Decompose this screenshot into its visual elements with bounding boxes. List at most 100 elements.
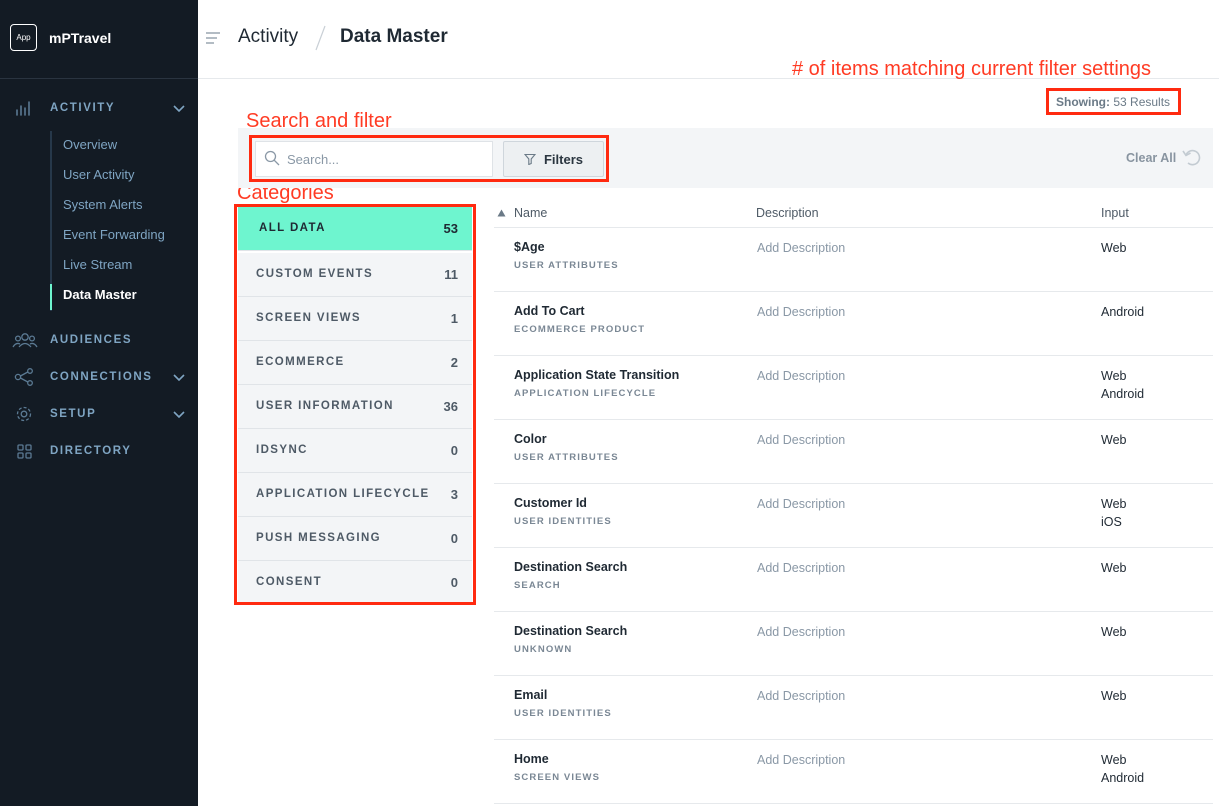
chevron-down-icon[interactable] bbox=[172, 407, 186, 421]
row-category: SEARCH bbox=[514, 580, 561, 591]
row-name[interactable]: Customer Id bbox=[514, 496, 587, 510]
users-icon bbox=[12, 333, 38, 348]
grid-icon bbox=[17, 444, 32, 459]
row-name[interactable]: Add To Cart bbox=[514, 304, 585, 318]
sidebar-item-overview[interactable]: Overview bbox=[63, 137, 117, 152]
clear-all-button[interactable]: Clear All bbox=[1126, 151, 1176, 165]
row-name[interactable]: Email bbox=[514, 688, 547, 702]
input-value: Web bbox=[1101, 433, 1127, 447]
app-logo: App bbox=[10, 24, 37, 51]
row-input: Web bbox=[1101, 239, 1126, 257]
annotation-items-count: # of items matching current filter setti… bbox=[792, 58, 1152, 80]
nav-audiences-label: AUDIENCES bbox=[50, 334, 133, 346]
table-row[interactable]: Destination Search SEARCH Add Descriptio… bbox=[494, 548, 1213, 612]
breadcrumb-separator bbox=[315, 25, 326, 51]
nav-activity[interactable]: ACTIVITY bbox=[0, 95, 198, 121]
input-value: Android bbox=[1101, 771, 1145, 785]
table-row[interactable]: Customer Id USER IDENTITIES Add Descript… bbox=[494, 484, 1213, 548]
add-description-link[interactable]: Add Description bbox=[757, 369, 845, 383]
table-row[interactable]: Add To Cart ECOMMERCE PRODUCT Add Descri… bbox=[494, 292, 1213, 356]
sidebar-item-user-activity[interactable]: User Activity bbox=[63, 167, 135, 182]
row-name[interactable]: Application State Transition bbox=[514, 368, 679, 382]
nav-directory[interactable]: DIRECTORY bbox=[0, 438, 198, 464]
app-name: mPTravel bbox=[49, 29, 112, 46]
annotation-box-search bbox=[249, 135, 609, 182]
table-row[interactable]: Email USER IDENTITIES Add Description We… bbox=[494, 676, 1213, 740]
row-category: USER IDENTITIES bbox=[514, 708, 612, 719]
row-name[interactable]: $Age bbox=[514, 240, 545, 254]
gear-icon bbox=[16, 406, 32, 422]
nav-connections-label: CONNECTIONS bbox=[50, 371, 153, 383]
nav-setup[interactable]: SETUP bbox=[0, 401, 198, 427]
add-description-link[interactable]: Add Description bbox=[757, 561, 845, 575]
row-name[interactable]: Destination Search bbox=[514, 560, 627, 574]
sidebar-item-system-alerts[interactable]: System Alerts bbox=[63, 197, 142, 212]
nav-connections[interactable]: CONNECTIONS bbox=[0, 364, 198, 390]
input-value: Web bbox=[1101, 497, 1127, 511]
table-row[interactable]: $Age USER ATTRIBUTES Add Description Web bbox=[494, 228, 1213, 292]
bar-chart-icon bbox=[16, 101, 30, 116]
add-description-link[interactable]: Add Description bbox=[757, 305, 845, 319]
brand[interactable]: App mPTravel bbox=[10, 24, 111, 51]
sidebar-item-data-master[interactable]: Data Master bbox=[63, 287, 137, 302]
add-description-link[interactable]: Add Description bbox=[757, 689, 845, 703]
sidebar: App mPTravel ACTIVITY Overview User Acti… bbox=[0, 0, 198, 806]
nav-audiences[interactable]: AUDIENCES bbox=[0, 327, 198, 353]
row-input: Android bbox=[1101, 303, 1144, 321]
active-indicator bbox=[50, 284, 52, 310]
undo-icon[interactable] bbox=[1181, 147, 1203, 167]
table-row[interactable]: Home SCREEN VIEWS Add Description Web And… bbox=[494, 740, 1213, 804]
row-input: Web bbox=[1101, 431, 1126, 449]
chevron-down-icon[interactable] bbox=[172, 101, 186, 115]
connections-icon bbox=[14, 368, 33, 386]
row-input: Web Android bbox=[1101, 367, 1144, 403]
page-title: Data Master bbox=[340, 26, 448, 47]
row-input: Web bbox=[1101, 559, 1126, 577]
row-category: SCREEN VIEWS bbox=[514, 772, 601, 783]
row-name[interactable]: Destination Search bbox=[514, 624, 627, 638]
input-value: Android bbox=[1101, 305, 1145, 319]
row-category: USER ATTRIBUTES bbox=[514, 260, 619, 271]
row-category: UNKNOWN bbox=[514, 644, 573, 655]
menu-icon[interactable] bbox=[205, 31, 221, 45]
row-input: Web Android bbox=[1101, 751, 1144, 787]
input-value: Web bbox=[1101, 561, 1127, 575]
nav-directory-label: DIRECTORY bbox=[50, 445, 132, 457]
sort-ascending-icon[interactable] bbox=[497, 209, 506, 217]
input-value: Web bbox=[1101, 689, 1127, 703]
add-description-link[interactable]: Add Description bbox=[757, 241, 845, 255]
sidebar-item-event-forwarding[interactable]: Event Forwarding bbox=[63, 227, 165, 242]
add-description-link[interactable]: Add Description bbox=[757, 625, 845, 639]
table-row[interactable]: Color USER ATTRIBUTES Add Description We… bbox=[494, 420, 1213, 484]
input-value: iOS bbox=[1101, 515, 1122, 529]
row-category: ECOMMERCE PRODUCT bbox=[514, 324, 646, 335]
annotation-box-results bbox=[1046, 88, 1181, 115]
row-category: USER ATTRIBUTES bbox=[514, 452, 619, 463]
column-header-input[interactable]: Input bbox=[1101, 206, 1129, 220]
table-row[interactable]: Application State Transition APPLICATION… bbox=[494, 356, 1213, 420]
sidebar-divider bbox=[0, 78, 198, 79]
input-value: Web bbox=[1101, 369, 1127, 383]
add-description-link[interactable]: Add Description bbox=[757, 433, 845, 447]
column-header-name[interactable]: Name bbox=[514, 206, 547, 220]
column-header-description[interactable]: Description bbox=[756, 206, 819, 220]
chevron-down-icon[interactable] bbox=[172, 370, 186, 384]
row-name[interactable]: Home bbox=[514, 752, 549, 766]
table-row[interactable]: Destination Search UNKNOWN Add Descripti… bbox=[494, 612, 1213, 676]
annotation-box-categories bbox=[234, 204, 476, 605]
row-input: Web bbox=[1101, 623, 1126, 641]
add-description-link[interactable]: Add Description bbox=[757, 497, 845, 511]
row-input: Web iOS bbox=[1101, 495, 1126, 531]
breadcrumb-parent[interactable]: Activity bbox=[238, 26, 298, 48]
input-value: Web bbox=[1101, 241, 1127, 255]
sidebar-item-live-stream[interactable]: Live Stream bbox=[63, 257, 132, 272]
activity-subnav: Overview User Activity System Alerts Eve… bbox=[50, 131, 190, 311]
row-name[interactable]: Color bbox=[514, 432, 547, 446]
nav-setup-label: SETUP bbox=[50, 408, 97, 420]
add-description-link[interactable]: Add Description bbox=[757, 753, 845, 767]
input-value: Web bbox=[1101, 753, 1127, 767]
input-value: Web bbox=[1101, 625, 1127, 639]
input-value: Android bbox=[1101, 387, 1145, 401]
row-input: Web bbox=[1101, 687, 1126, 705]
nav-activity-label: ACTIVITY bbox=[50, 102, 116, 114]
